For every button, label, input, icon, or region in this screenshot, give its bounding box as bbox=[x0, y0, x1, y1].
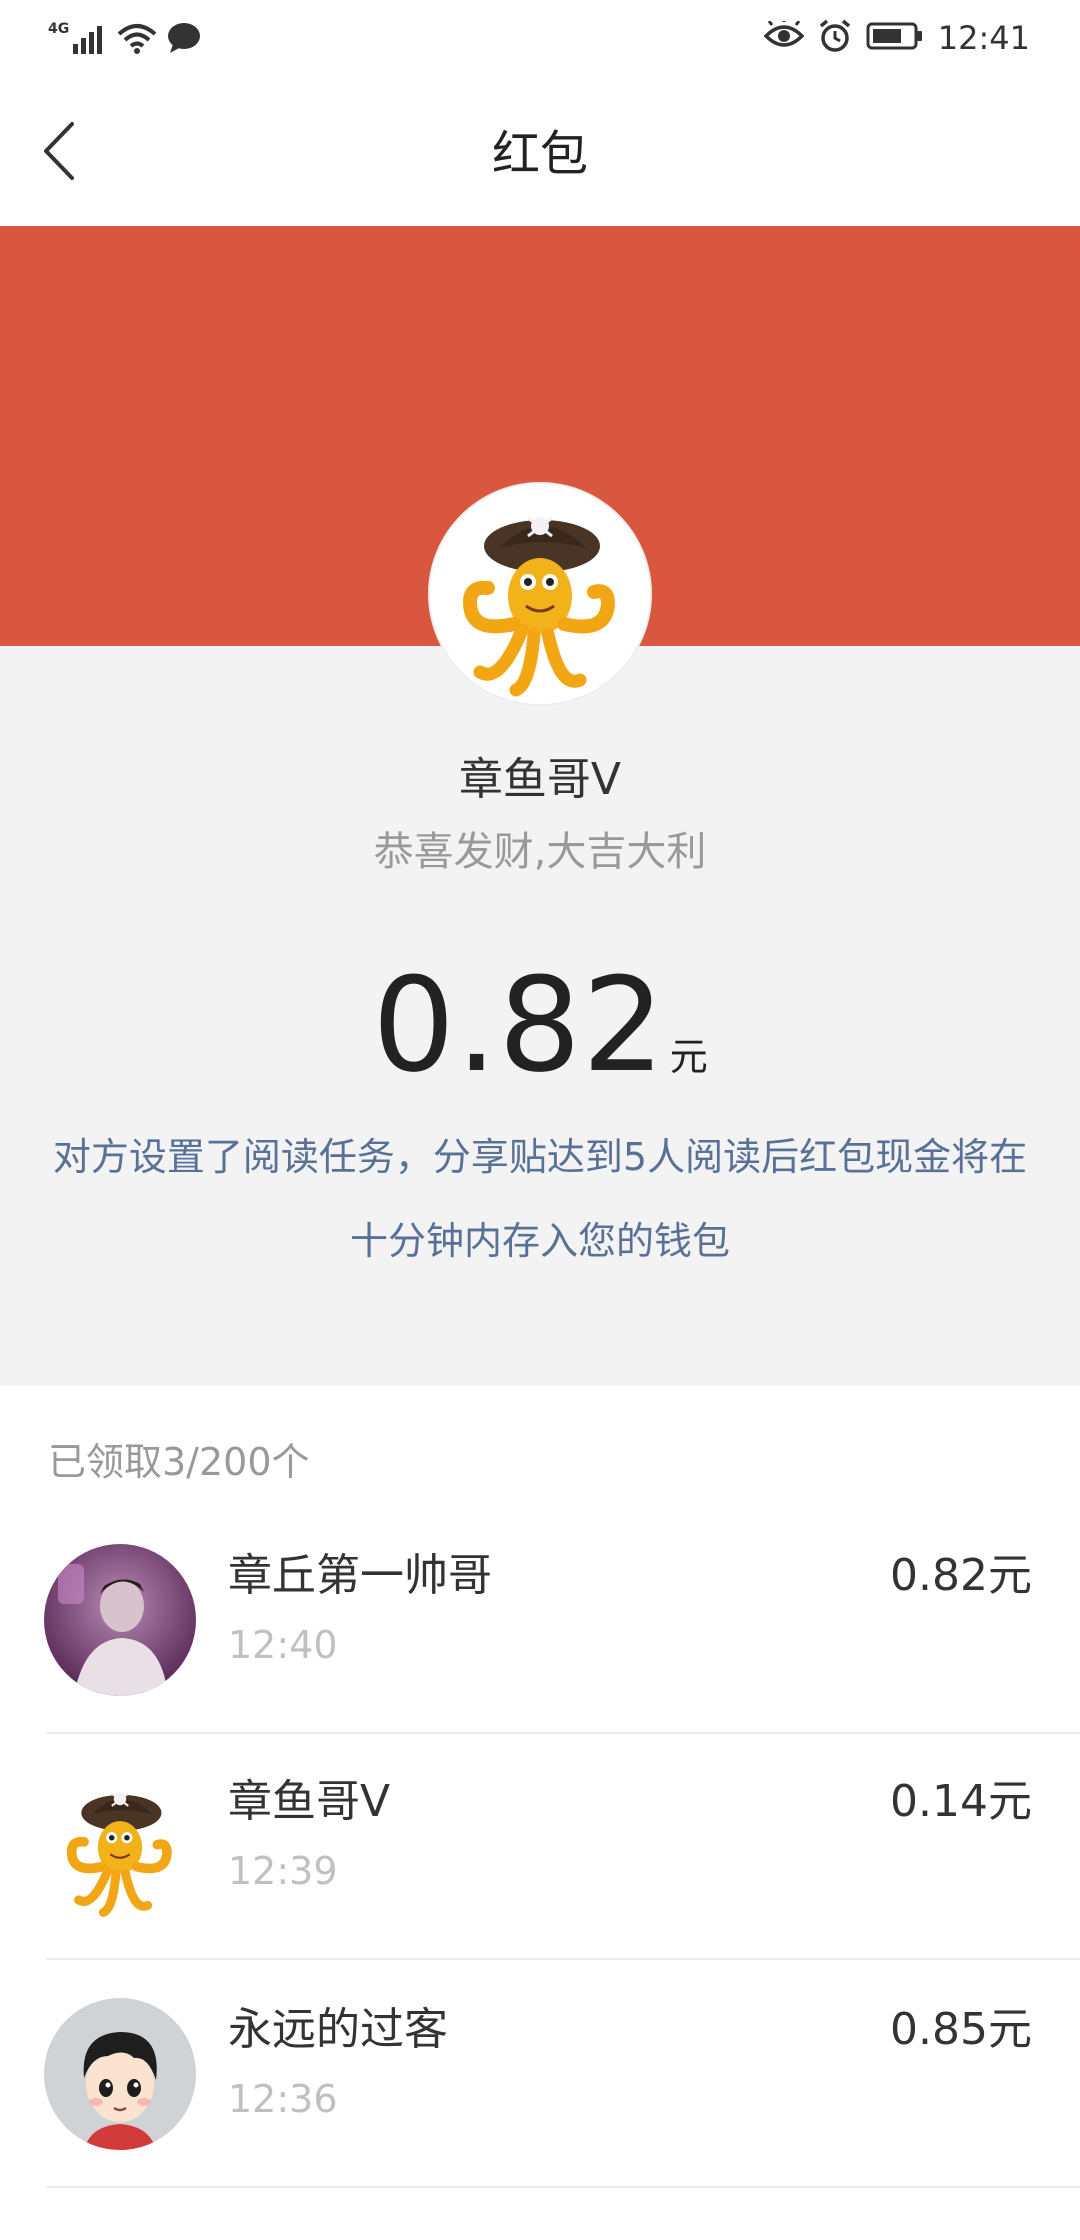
divider bbox=[46, 1958, 1080, 1960]
claims-list: 已领取3/200个 章丘第一帅哥 12:40 0.82元 章鱼哥V 12:39 … bbox=[0, 1386, 1080, 2240]
battery-icon bbox=[866, 21, 924, 55]
octopus-pirate-avatar bbox=[430, 484, 650, 704]
claim-amount: 0.82元 bbox=[890, 1550, 1032, 1601]
task-message[interactable]: 对方设置了阅读任务，分享贴达到5人阅读后红包现金将在 十分钟内存入您的钱包 bbox=[0, 1115, 1080, 1283]
app-header: 红包 bbox=[0, 80, 1080, 226]
divider bbox=[46, 2186, 1080, 2188]
wifi-icon bbox=[117, 22, 157, 58]
amount-unit: 元 bbox=[669, 1035, 708, 1079]
list-item[interactable]: 章丘第一帅哥 12:40 0.82元 bbox=[0, 1508, 1080, 1734]
list-item[interactable]: 章鱼哥V 12:39 0.14元 bbox=[0, 1734, 1080, 1960]
octopus-pirate-avatar bbox=[44, 1770, 196, 1922]
claim-amount: 0.85元 bbox=[890, 2004, 1032, 2055]
claim-time: 12:40 bbox=[228, 1623, 338, 1667]
network-type: 4G bbox=[48, 21, 70, 37]
photo-avatar bbox=[44, 1544, 196, 1696]
amount-display: 0.82 元 bbox=[0, 955, 1080, 1135]
status-right: 12:41 bbox=[763, 16, 1030, 60]
sender-name: 章鱼哥V bbox=[458, 754, 622, 805]
status-left: 4G bbox=[48, 18, 201, 58]
message-icon bbox=[167, 22, 201, 58]
claimer-name: 永远的过客 bbox=[228, 2004, 448, 2055]
cartoon-boy-avatar bbox=[44, 1998, 196, 2150]
claim-amount: 0.14元 bbox=[890, 1776, 1032, 1827]
page-title: 红包 bbox=[491, 126, 588, 182]
claimer-name: 章鱼哥V bbox=[228, 1776, 391, 1827]
task-message-line2: 十分钟内存入您的钱包 bbox=[349, 1219, 730, 1263]
task-message-line1: 对方设置了阅读任务，分享贴达到5人阅读后红包现金将在 bbox=[52, 1135, 1028, 1179]
clock-time: 12:41 bbox=[937, 19, 1030, 57]
list-item[interactable]: 永远的过客 12:36 0.85元 bbox=[0, 1962, 1080, 2188]
claimed-count: 已领取3/200个 bbox=[48, 1440, 310, 1484]
claim-time: 12:39 bbox=[228, 1849, 338, 1893]
status-bar: 4G 12:41 bbox=[0, 0, 1080, 80]
signal-icon bbox=[73, 24, 107, 58]
sender-avatar[interactable] bbox=[430, 484, 650, 704]
blessing-text: 恭喜发财,大吉大利 bbox=[373, 829, 707, 875]
alarm-icon bbox=[818, 19, 852, 57]
eye-icon bbox=[763, 18, 805, 55]
claimer-name: 章丘第一帅哥 bbox=[228, 1550, 492, 1601]
amount-value: 0.82 bbox=[372, 949, 666, 1101]
claim-time: 12:36 bbox=[228, 2077, 338, 2121]
